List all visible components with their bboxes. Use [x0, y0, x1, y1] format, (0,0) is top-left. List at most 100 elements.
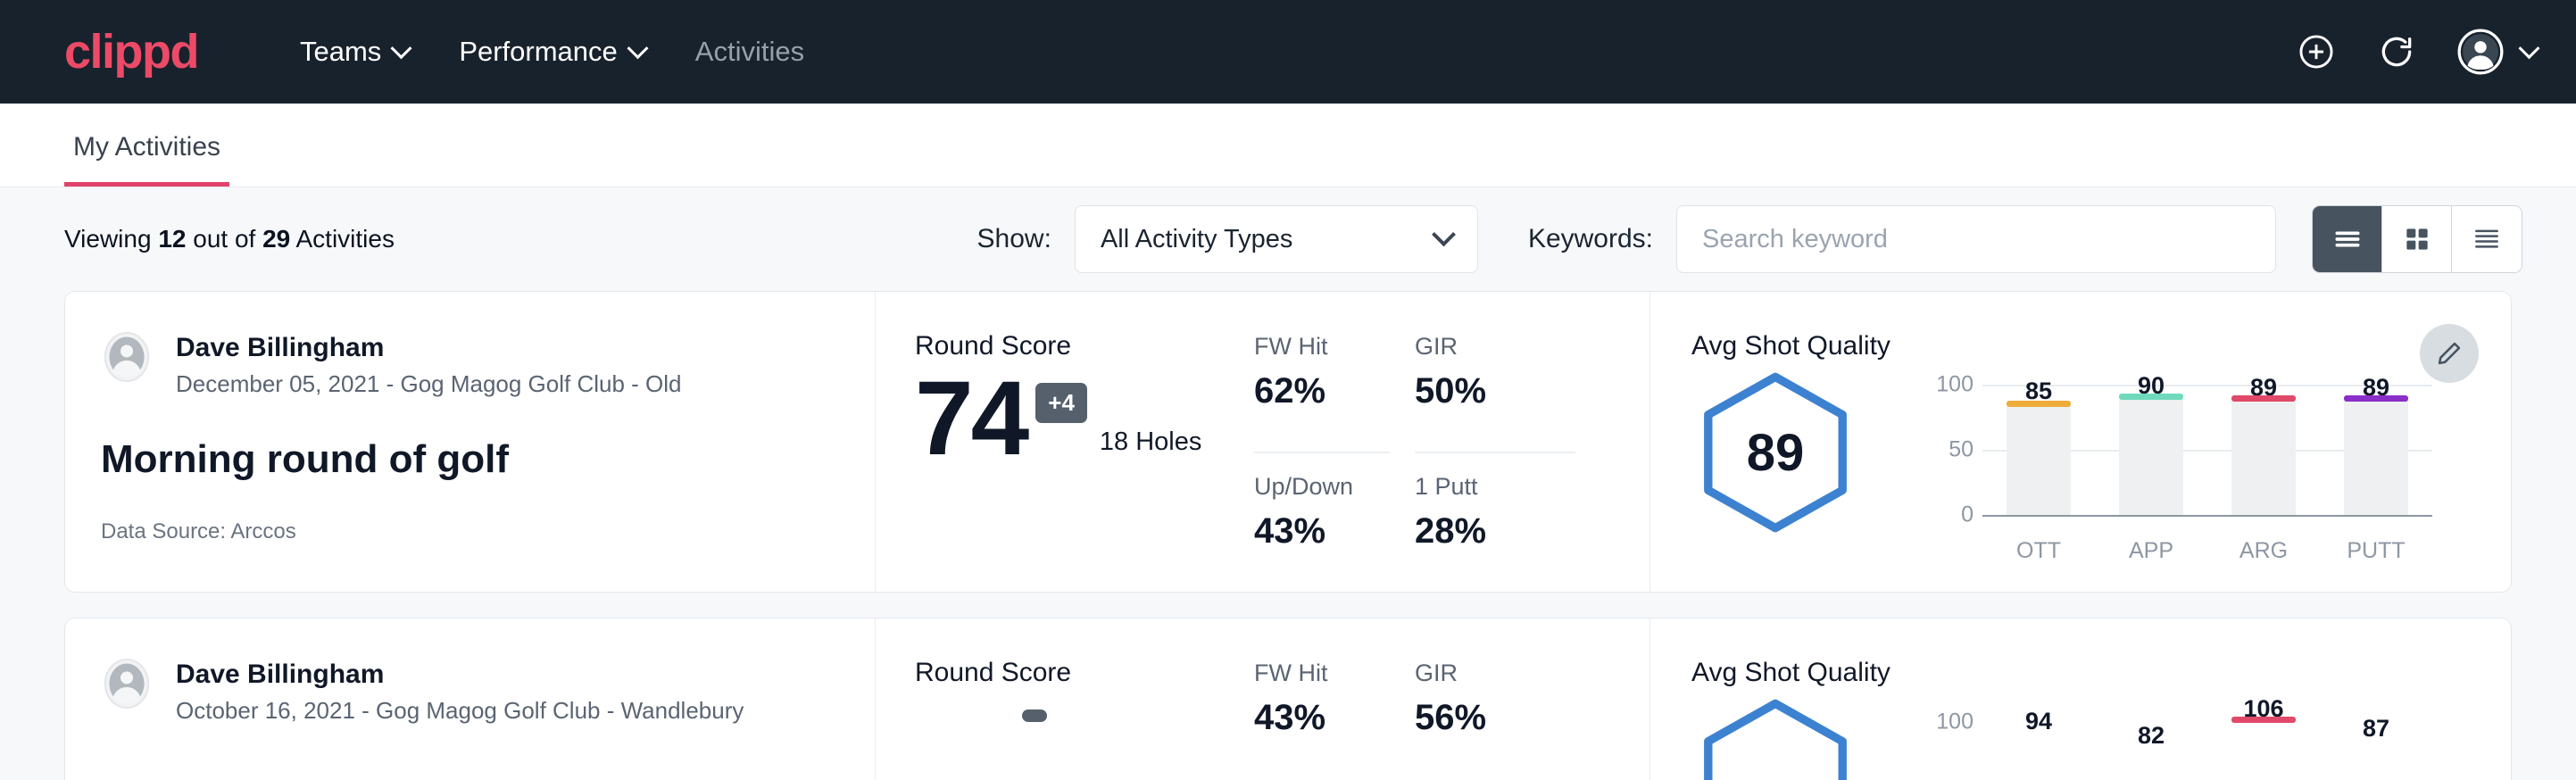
stat-label: 1 Putt: [1415, 473, 1575, 501]
avatar: [101, 331, 153, 383]
avg-shot-quality-hexagon: 89: [1691, 369, 1902, 541]
viewing-suffix: Activities: [290, 225, 395, 253]
bar-app: [2119, 399, 2183, 515]
edit-activity-button[interactable]: [2420, 324, 2479, 383]
round-stats-grid: FW Hit 62% GIR 50% Up/Down 43% 1 Putt 28…: [1254, 333, 1575, 592]
author-name: Dave Billingham: [176, 331, 682, 365]
bar-cap: [2344, 395, 2408, 402]
shot-quality-bar-chart: 100 50 0 85: [1932, 369, 2432, 564]
stat-fw-hit: FW Hit 43%: [1254, 660, 1390, 780]
activity-card[interactable]: Dave Billingham December 05, 2021 - Gog …: [64, 291, 2512, 593]
bar-group-3: 106: [2207, 695, 2320, 780]
bar-group-app: 90: [2095, 369, 2207, 515]
shot-quality-bar-chart: 100 94 82 106: [1932, 695, 2432, 780]
round-score-label: Round Score: [915, 331, 1254, 361]
chart-plot-area: 100 50 0 85: [1932, 369, 2432, 515]
viewing-shown-count: 12: [158, 225, 186, 253]
bar-group-putt: 89: [2320, 369, 2432, 515]
add-circle-icon[interactable]: [2297, 32, 2336, 71]
activity-type-select[interactable]: All Activity Types: [1075, 205, 1478, 273]
activity-date-venue: October 16, 2021 - Gog Magog Golf Club -…: [176, 697, 744, 725]
bar-value: 87: [2363, 715, 2389, 743]
y-tick-100: 100: [1936, 372, 1974, 398]
axis-line-0: [1982, 515, 2432, 517]
clippd-logo[interactable]: clippd: [64, 28, 198, 76]
viewing-middle: out of: [186, 225, 262, 253]
y-tick-100: 100: [1936, 709, 1974, 735]
search-input[interactable]: Search keyword: [1676, 205, 2276, 273]
bar-arg: [2231, 401, 2296, 515]
stat-one-putt: 1 Putt 28%: [1415, 473, 1575, 592]
bar-ott: [2007, 406, 2071, 515]
score-differential-badge: +4: [1035, 383, 1087, 423]
tab-bar: My Activities: [0, 104, 2576, 187]
activity-date-venue: December 05, 2021 - Gog Magog Golf Club …: [176, 370, 682, 398]
bar-value: 82: [2138, 722, 2165, 750]
chart-y-axis: 100: [1932, 695, 1982, 780]
nav-item-performance[interactable]: Performance: [434, 27, 669, 77]
refresh-icon[interactable]: [2377, 32, 2416, 71]
stat-value: 43%: [1254, 698, 1390, 738]
bar-group-1: 94: [1982, 695, 2095, 780]
compact-view-button[interactable]: [2452, 206, 2522, 272]
viewing-total-count: 29: [262, 225, 290, 253]
bar-cap: [2231, 717, 2296, 723]
filter-bar: Viewing 12 out of 29 Activities Show: Al…: [0, 187, 2576, 291]
nav-actions: [2297, 29, 2537, 75]
score-differential-badge: [1022, 709, 1047, 722]
viewing-prefix: Viewing: [64, 225, 158, 253]
stat-value: 50%: [1415, 371, 1575, 411]
chart-bars: 85 90: [1982, 369, 2432, 515]
keywords-label: Keywords:: [1528, 224, 1653, 254]
y-tick-50: 50: [1949, 437, 1974, 463]
avg-shot-quality-panel: Avg Shot Quality 100: [1650, 618, 2511, 780]
round-score-block: Round Score: [915, 658, 1254, 780]
show-label: Show:: [977, 224, 1051, 254]
activity-card-list: Dave Billingham December 05, 2021 - Gog …: [0, 291, 2576, 780]
x-label-app: APP: [2095, 538, 2207, 564]
round-score-panel: Round Score FW Hit 43% GIR 56%: [876, 618, 1650, 780]
nav-item-teams[interactable]: Teams: [275, 27, 434, 77]
compact-list-icon: [2469, 221, 2505, 257]
grid-icon: [2399, 221, 2435, 257]
activity-title: Morning round of golf: [101, 437, 830, 482]
nav-item-activities-label: Activities: [695, 36, 804, 68]
holes-played: 18 Holes: [1100, 427, 1201, 468]
activity-author: Dave Billingham December 05, 2021 - Gog …: [101, 331, 830, 398]
bar-cap: [2231, 395, 2296, 402]
activity-card[interactable]: Dave Billingham October 16, 2021 - Gog M…: [64, 618, 2512, 780]
activity-data-source: Data Source: Arccos: [101, 519, 830, 544]
author-meta: Dave Billingham December 05, 2021 - Gog …: [176, 331, 682, 398]
avg-shot-quality-body: 89 100 50 0: [1691, 369, 2472, 564]
chevron-down-icon: [627, 37, 648, 59]
stat-value: 62%: [1254, 371, 1390, 411]
avg-shot-quality-hexagon: [1691, 695, 1902, 780]
search-input-placeholder: Search keyword: [1702, 225, 1888, 254]
activity-type-select-value: All Activity Types: [1101, 225, 1292, 254]
author-meta: Dave Billingham October 16, 2021 - Gog M…: [176, 658, 744, 725]
round-score-row: 74 +4 18 Holes: [915, 370, 1254, 468]
main-nav: Teams Performance Activities: [275, 27, 829, 77]
list-view-button[interactable]: [2313, 206, 2382, 272]
y-tick-0: 0: [1961, 502, 1974, 528]
nav-item-activities[interactable]: Activities: [670, 27, 829, 77]
account-menu[interactable]: [2457, 29, 2537, 75]
stat-value: 28%: [1415, 511, 1575, 552]
chart-bars: 94 82 106: [1982, 695, 2432, 780]
round-score-row: [915, 697, 1254, 722]
avg-shot-quality-label: Avg Shot Quality: [1691, 331, 2472, 361]
nav-item-teams-label: Teams: [300, 36, 381, 68]
stat-label: FW Hit: [1254, 333, 1390, 361]
author-name: Dave Billingham: [176, 658, 744, 692]
activity-author: Dave Billingham October 16, 2021 - Gog M…: [101, 658, 830, 725]
grid-view-button[interactable]: [2382, 206, 2452, 272]
stat-label: Up/Down: [1254, 473, 1390, 501]
bar-group-ott: 85: [1982, 369, 2095, 515]
chart-x-labels: OTT APP ARG PUTT: [1982, 538, 2432, 564]
view-mode-toggle-group: [2312, 205, 2522, 273]
stat-gir: GIR 56%: [1415, 660, 1575, 780]
avg-shot-quality-value: 89: [1691, 369, 1859, 536]
bar-value: 94: [2025, 708, 2052, 735]
stat-up-down: Up/Down 43%: [1254, 473, 1390, 592]
tab-my-activities[interactable]: My Activities: [64, 132, 229, 187]
